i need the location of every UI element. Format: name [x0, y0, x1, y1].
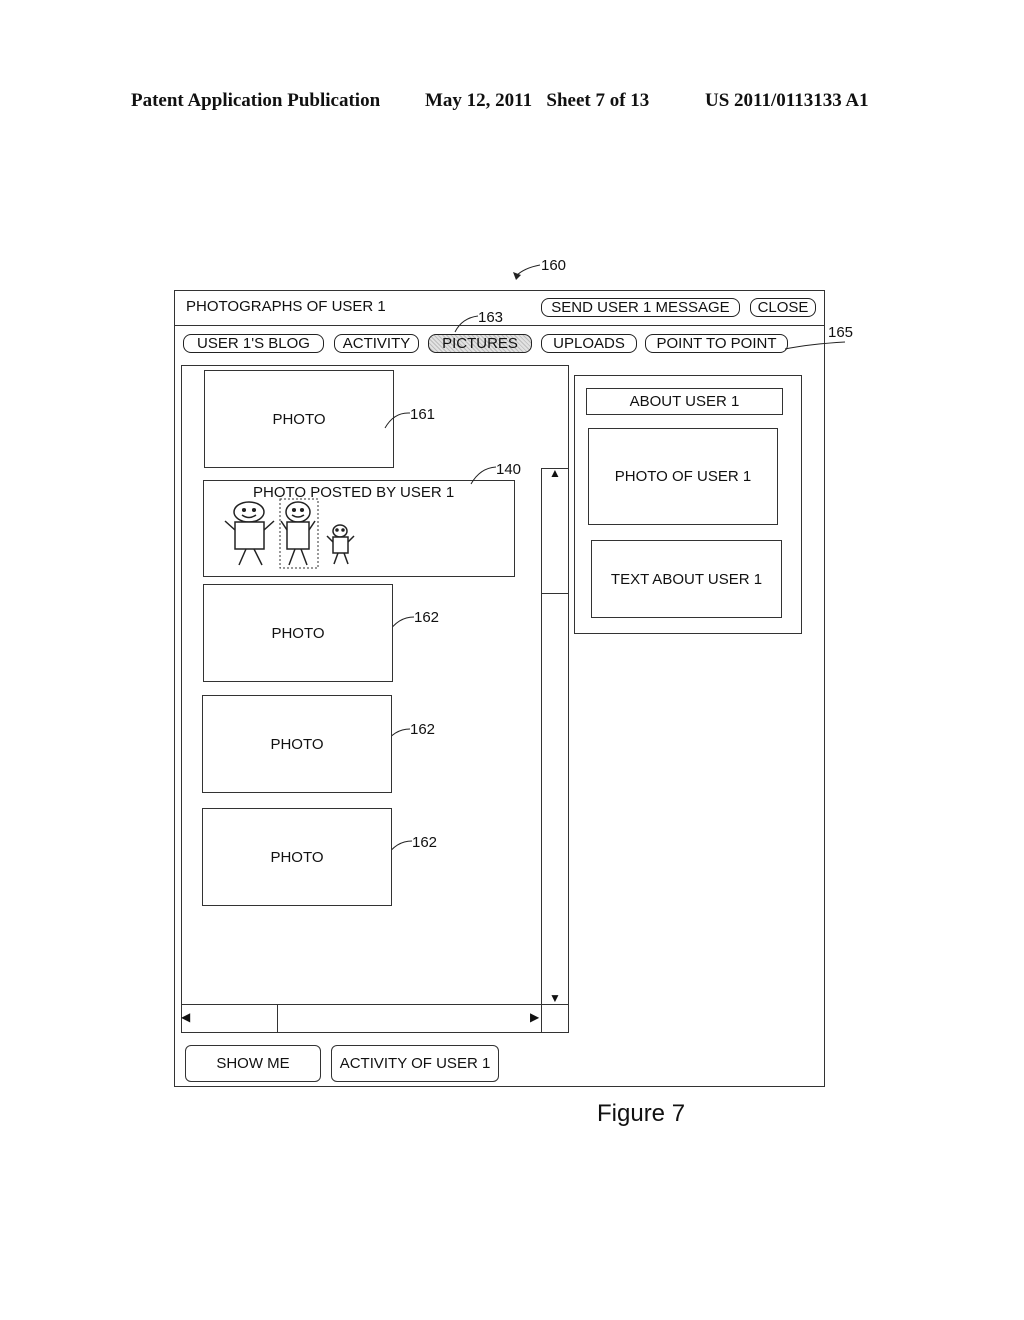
photo-label: PHOTO [272, 410, 326, 428]
photo-item-162[interactable]: PHOTO [202, 808, 392, 906]
ref-160: 160 [541, 257, 567, 274]
tab-point-to-point[interactable]: POINT TO POINT [645, 334, 788, 353]
ref-165: 165 [828, 324, 854, 341]
about-user-title: ABOUT USER 1 [629, 393, 740, 410]
publication-label: Patent Application Publication [131, 90, 381, 111]
ref-161: 161 [410, 406, 436, 423]
photo-item-162[interactable]: PHOTO [203, 584, 393, 682]
user-photo-label: PHOTO OF USER 1 [614, 468, 752, 485]
posted-photo-label: PHOTO POSTED BY USER 1 [253, 484, 455, 501]
horizontal-scrollbar[interactable] [181, 1004, 569, 1033]
about-user-header: ABOUT USER 1 [586, 388, 783, 415]
ref-162: 162 [410, 721, 436, 738]
date-sheet-label: May 12, 2011 Sheet 7 of 13 [425, 90, 650, 111]
tab-user-blog[interactable]: USER 1'S BLOG [183, 334, 324, 353]
scroll-corner-divider [541, 1004, 542, 1033]
photo-label: PHOTO [270, 848, 324, 866]
ref-140: 140 [496, 461, 522, 478]
activity-of-user-button[interactable]: ACTIVITY OF USER 1 [331, 1045, 499, 1082]
tab-uploads[interactable]: UPLOADS [541, 334, 637, 353]
scroll-down-icon[interactable]: ▼ [549, 991, 561, 1005]
ref-163: 163 [478, 309, 504, 326]
photo-item-162[interactable]: PHOTO [202, 695, 392, 793]
tab-pictures[interactable]: PICTURES [428, 334, 532, 353]
ref-162: 162 [414, 609, 440, 626]
figure-caption: Figure 7 [597, 1100, 686, 1127]
user-about-text: TEXT ABOUT USER 1 [591, 540, 782, 618]
ref-162: 162 [412, 834, 438, 851]
photo-label: PHOTO [270, 735, 324, 753]
arrowhead-160 [513, 272, 521, 280]
user-profile-photo[interactable]: PHOTO OF USER 1 [588, 428, 778, 525]
vertical-scroll-thumb-edge [541, 593, 569, 594]
window-title: PHOTOGRAPHS OF USER 1 [186, 298, 386, 315]
patent-number: US 2011/0113133 A1 [705, 90, 869, 111]
photo-item-161[interactable]: PHOTO [204, 370, 394, 468]
vertical-scrollbar[interactable] [541, 468, 569, 1033]
tab-activity[interactable]: ACTIVITY [334, 334, 419, 353]
close-button[interactable]: CLOSE [750, 298, 816, 317]
photo-label: PHOTO [271, 624, 325, 642]
show-me-button[interactable]: SHOW ME [185, 1045, 321, 1082]
posted-photo-item[interactable]: PHOTO POSTED BY USER 1 [203, 480, 515, 577]
leader-160 [515, 264, 541, 277]
scroll-right-icon[interactable]: ▶ [530, 1010, 539, 1024]
scroll-left-icon[interactable]: ◀ [181, 1010, 190, 1024]
scroll-up-icon[interactable]: ▲ [549, 466, 561, 480]
horizontal-scroll-thumb-edge [277, 1004, 278, 1033]
user-text-label: TEXT ABOUT USER 1 [610, 570, 763, 588]
send-message-button[interactable]: SEND USER 1 MESSAGE [541, 298, 740, 317]
